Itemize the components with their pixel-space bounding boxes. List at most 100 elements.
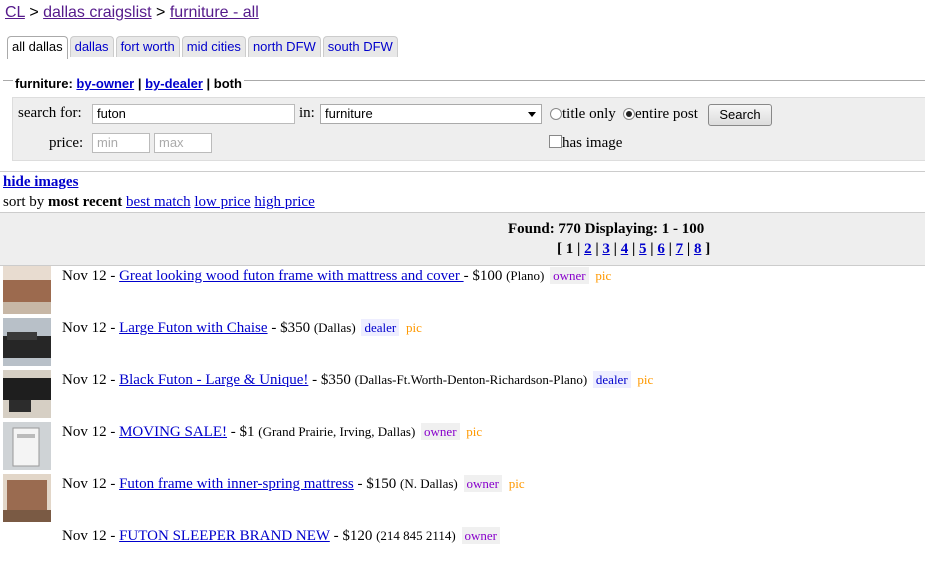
listing-text: Nov 12 - Large Futon with Chaise - $350 … — [62, 319, 422, 336]
listing-thumbnail[interactable] — [3, 266, 51, 314]
listing-seller-tag: owner — [461, 527, 500, 544]
search-query-input[interactable]: futon — [92, 104, 295, 124]
listing-price: $120 — [342, 528, 373, 544]
listing-pic-indicator: pic — [595, 268, 612, 283]
tab-north-dfw[interactable]: north DFW — [247, 36, 321, 57]
title-only-radio[interactable] — [550, 108, 562, 120]
listing-date: Nov 12 — [62, 372, 107, 388]
pager-page-link[interactable]: 5 — [639, 241, 647, 257]
pager-page-link[interactable]: 4 — [621, 241, 629, 257]
listing-row: Nov 12 - Black Futon - Large & Unique! -… — [0, 370, 925, 422]
listing-seller-tag: owner — [463, 475, 503, 492]
appliance-thumbnail-image — [3, 422, 51, 470]
listing-date: Nov 12 — [62, 476, 107, 492]
filter-by-dealer-link[interactable]: by-dealer — [145, 76, 203, 91]
category-select[interactable]: furniture — [320, 104, 542, 124]
listing-location: (Plano) — [506, 268, 545, 283]
listing-location: (N. Dallas) — [400, 476, 458, 491]
chevron-down-icon — [528, 112, 536, 117]
region-tabs: all dallas dallas fort worth mid cities nort… — [7, 36, 400, 59]
listing-location: (214 845 2114) — [376, 528, 456, 543]
entire-post-label: entire post — [635, 106, 698, 122]
results-count: Found: 770 Displaying: 1 - 100 — [508, 221, 705, 237]
listing-title-link[interactable]: Black Futon - Large & Unique! — [119, 372, 308, 388]
pager-page-link[interactable]: 7 — [676, 241, 684, 257]
listing-text: Nov 12 - FUTON SLEEPER BRAND NEW - $120 … — [62, 527, 500, 545]
price-min-input[interactable]: min — [92, 133, 150, 153]
tab-fort-worth[interactable]: fort worth — [115, 36, 180, 57]
sort-label: sort by — [3, 194, 45, 210]
listing-row: Nov 12 - Futon frame with inner-spring m… — [0, 474, 925, 526]
sort-best-match-link[interactable]: best match — [126, 194, 191, 210]
breadcrumb-category-link[interactable]: furniture - all — [170, 4, 259, 21]
listing-thumbnail[interactable] — [3, 318, 51, 366]
breadcrumb: CL > dallas craigslist > furniture - all — [5, 4, 259, 22]
has-image-checkbox[interactable] — [549, 135, 562, 148]
listing-title-link[interactable]: Futon frame with inner-spring mattress — [119, 476, 354, 492]
tab-all-dallas[interactable]: all dallas — [7, 36, 68, 59]
listing-price: $100 — [472, 268, 503, 284]
pager-page-link[interactable]: 3 — [602, 241, 610, 257]
filter-both-current: both — [213, 76, 242, 91]
has-image-label: has image — [562, 135, 623, 151]
search-panel: search for: futon in: furniture title on… — [12, 97, 925, 161]
listing-row: Nov 12 - Great looking wood futon frame … — [0, 266, 925, 318]
listing-pic-indicator: pic — [466, 424, 483, 439]
entire-post-radio[interactable] — [623, 108, 635, 120]
sort-current: most recent — [48, 194, 123, 210]
listing-pic-indicator: pic — [637, 372, 654, 387]
search-in-label: in: — [299, 105, 315, 121]
listing-title-link[interactable]: MOVING SALE! — [119, 424, 227, 440]
pager-bracket: ] — [705, 241, 711, 257]
category-select-value: furniture — [325, 106, 373, 121]
pager-current-page: 1 — [565, 241, 574, 257]
listing-location: (Grand Prairie, Irving, Dallas) — [258, 424, 416, 439]
listing-price: $350 — [280, 320, 311, 336]
sort-options: sort by most recent best match low price… — [3, 194, 315, 211]
pagination: [ 1 | 2 | 3 | 4 | 5 | 6 | 7 | 8 ] — [557, 241, 711, 257]
filter-by-owner-link[interactable]: by-owner — [76, 76, 134, 91]
listing-title-link[interactable]: Large Futon with Chaise — [119, 320, 267, 336]
divider — [0, 171, 925, 172]
listing-row: Nov 12 - Large Futon with Chaise - $350 … — [0, 318, 925, 370]
listing-text: Nov 12 - MOVING SALE! - $1 (Grand Prairi… — [62, 423, 483, 440]
filter-separator: | — [206, 76, 211, 91]
futon-thumbnail-image — [3, 474, 51, 522]
price-max-input[interactable]: max — [154, 133, 212, 153]
breadcrumb-city-link[interactable]: dallas craigslist — [43, 4, 151, 21]
search-fieldset: furniture: by-owner | by-dealer | both s… — [3, 76, 925, 169]
tab-south-dfw[interactable]: south DFW — [322, 36, 398, 57]
tab-dallas[interactable]: dallas — [69, 36, 114, 57]
futon-thumbnail-image — [3, 370, 51, 418]
sort-low-price-link[interactable]: low price — [194, 194, 250, 210]
listing-thumbnail[interactable] — [3, 422, 51, 470]
listing-text: Nov 12 - Great looking wood futon frame … — [62, 267, 612, 284]
listing-text: Nov 12 - Futon frame with inner-spring m… — [62, 475, 525, 492]
hide-images-link[interactable]: hide images — [3, 174, 78, 191]
listing-thumbnail[interactable] — [3, 474, 51, 522]
futon-thumbnail-image — [3, 318, 51, 366]
listing-row: Nov 12 - FUTON SLEEPER BRAND NEW - $120 … — [0, 526, 925, 578]
pager-page-link[interactable]: 6 — [657, 241, 665, 257]
listing-price: $1 — [239, 424, 255, 440]
tab-mid-cities[interactable]: mid cities — [181, 36, 246, 57]
breadcrumb-separator: > — [156, 4, 166, 21]
breadcrumb-cl-link[interactable]: CL — [5, 4, 25, 21]
pager-page-link[interactable]: 8 — [694, 241, 702, 257]
listing-price: $350 — [320, 372, 351, 388]
futon-thumbnail-image — [3, 266, 51, 314]
listing-title-link[interactable]: Great looking wood futon frame with matt… — [119, 268, 464, 284]
search-button[interactable]: Search — [708, 104, 772, 126]
filter-separator: | — [137, 76, 142, 91]
pager-page-link[interactable]: 2 — [584, 241, 592, 257]
listing-location: (Dallas-Ft.Worth-Denton-Richardson-Plano… — [354, 372, 588, 387]
listing-text: Nov 12 - Black Futon - Large & Unique! -… — [62, 371, 654, 388]
listing-title-link[interactable]: FUTON SLEEPER BRAND NEW — [119, 528, 330, 544]
listing-seller-tag: dealer — [592, 371, 631, 388]
listing-date: Nov 12 — [62, 424, 107, 440]
listing-row: Nov 12 - MOVING SALE! - $1 (Grand Prairi… — [0, 422, 925, 474]
sort-high-price-link[interactable]: high price — [254, 194, 314, 210]
title-only-label: title only — [562, 106, 616, 122]
listing-thumbnail[interactable] — [3, 370, 51, 418]
search-for-label: search for: — [18, 105, 82, 121]
